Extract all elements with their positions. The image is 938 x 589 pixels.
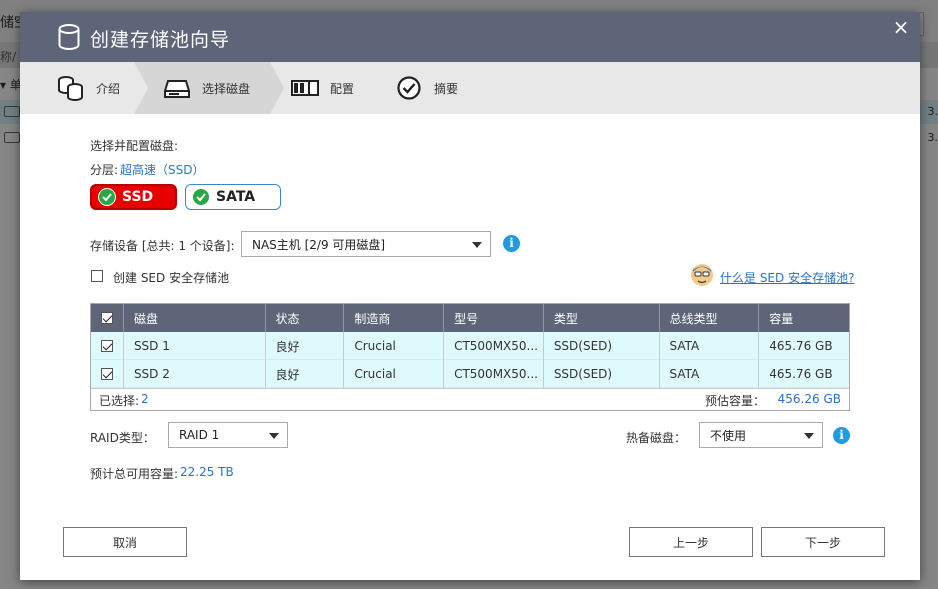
cell-status: 良好 [266, 360, 345, 388]
enclosure-select[interactable]: NAS主机 [2/9 可用磁盘] [241, 231, 491, 257]
header-vendor[interactable]: 制造商 [344, 304, 445, 332]
cell-capacity: 465.76 GB [769, 367, 833, 381]
check-icon [192, 188, 210, 206]
check-icon [98, 188, 116, 206]
create-storage-pool-wizard: 创建存储池向导 × 介绍 选择磁盘 配置 摘要 选择并配置磁盘: 分层: 超高速… [20, 12, 920, 580]
database-icon [58, 24, 80, 50]
raid-type-value: RAID 1 [179, 428, 220, 442]
hot-spare-value: 不使用 [710, 428, 747, 443]
header-type[interactable]: 类型 [544, 304, 660, 332]
sed-checkbox-label: 创建 SED 安全存储池 [113, 271, 230, 285]
header-capacity[interactable]: 容量 [759, 304, 849, 332]
check-circle-icon [397, 76, 421, 100]
cell-type: SSD(SED) [544, 360, 660, 388]
chevron-down-icon [472, 242, 482, 248]
tier-value: 超高速（SSD） [120, 163, 205, 177]
tier-sata-label: SATA [216, 189, 256, 205]
dialog-header: 创建存储池向导 × [20, 12, 920, 62]
sed-help-link[interactable]: 什么是 SED 安全存储池? [720, 269, 854, 286]
cell-vendor: Crucial [344, 332, 445, 360]
row-checkbox-cell [91, 332, 124, 360]
cell-model: CT500MX50... [444, 332, 544, 360]
tier-label: 分层: [90, 163, 119, 177]
hot-spare-select[interactable]: 不使用 [699, 422, 823, 448]
step-label: 摘要 [434, 81, 459, 96]
estimated-capacity-label: 预估容量： [704, 394, 765, 408]
cell-bus-type: SATA [660, 332, 760, 360]
raid-config-icon [291, 80, 319, 96]
total-capacity-value: 22.25 TB [180, 465, 234, 479]
cell-vendor: Crucial [344, 360, 445, 388]
step-summary: 摘要 [394, 62, 458, 114]
enclosure-label: 存储设备 [总共: 1 个设备]: [90, 239, 235, 253]
cell-disk: SSD 1 [124, 332, 266, 360]
chevron-down-icon [269, 433, 279, 439]
select-all-checkbox[interactable] [101, 312, 113, 324]
table-footer: 已选择: 2 预估容量： 456.26 GB [91, 388, 849, 410]
drive-icon [164, 80, 190, 98]
raid-type-label: RAID类型： [90, 431, 155, 445]
tier-ssd-button[interactable]: SSD [90, 184, 177, 210]
table-row[interactable]: SSD 1 良好 Crucial CT500MX50... SSD(SED) S… [91, 332, 849, 360]
step-select-disks: 选择磁盘 [162, 62, 250, 114]
total-capacity-label: 预计总可用容量: [90, 467, 179, 481]
cell-status: 良好 [266, 332, 345, 360]
dialog-title: 创建存储池向导 [90, 29, 231, 51]
wizard-steps: 介绍 选择磁盘 配置 摘要 [20, 62, 920, 114]
estimated-capacity-value: 456.26 GB [777, 392, 841, 406]
hot-spare-label: 热备磁盘： [626, 431, 687, 445]
cell-type: SSD(SED) [544, 332, 660, 360]
row-checkbox-cell [91, 360, 124, 388]
close-icon[interactable]: × [888, 14, 914, 40]
sed-checkbox[interactable] [91, 270, 103, 282]
disk-table: 磁盘 状态 制造商 型号 类型 总线类型 容量 SSD 1 良好 Crucial… [90, 303, 850, 411]
cancel-button[interactable]: 取消 [63, 527, 187, 557]
disks-icon [58, 76, 83, 101]
cell-bus-type: SATA [660, 360, 760, 388]
row-checkbox[interactable] [101, 368, 113, 380]
tier-sata-button[interactable]: SATA [185, 184, 281, 210]
selected-count: 2 [141, 392, 149, 406]
next-button[interactable]: 下一步 [761, 527, 885, 557]
info-icon[interactable]: i [503, 235, 520, 252]
tier-ssd-label: SSD [122, 189, 154, 205]
row-checkbox[interactable] [101, 340, 113, 352]
cell-disk: SSD 2 [124, 360, 266, 388]
header-status[interactable]: 状态 [266, 304, 345, 332]
helper-avatar-icon [691, 264, 713, 286]
header-disk[interactable]: 磁盘 [124, 304, 266, 332]
table-row[interactable]: SSD 2 良好 Crucial CT500MX50... SSD(SED) S… [91, 360, 849, 388]
enclosure-select-value: NAS主机 [2/9 可用磁盘] [252, 237, 386, 252]
cell-model: CT500MX50... [444, 360, 544, 388]
header-checkbox-cell [91, 304, 124, 332]
back-button[interactable]: 上一步 [629, 527, 753, 557]
step-introduction: 介绍 [56, 62, 120, 114]
info-icon[interactable]: i [833, 427, 850, 444]
step-label: 配置 [330, 81, 355, 96]
step-label: 选择磁盘 [202, 81, 251, 96]
header-model[interactable]: 型号 [444, 304, 544, 332]
cell-capacity: 465.76 GB [769, 339, 833, 353]
section-title: 选择并配置磁盘: [90, 139, 179, 153]
step-label: 介绍 [96, 81, 121, 96]
raid-type-select[interactable]: RAID 1 [168, 422, 288, 448]
header-bus-type[interactable]: 总线类型 [660, 304, 760, 332]
chevron-down-icon [804, 433, 814, 439]
table-header: 磁盘 状态 制造商 型号 类型 总线类型 容量 [91, 304, 849, 332]
step-configure: 配置 [290, 62, 354, 114]
selected-label: 已选择: [99, 394, 140, 408]
